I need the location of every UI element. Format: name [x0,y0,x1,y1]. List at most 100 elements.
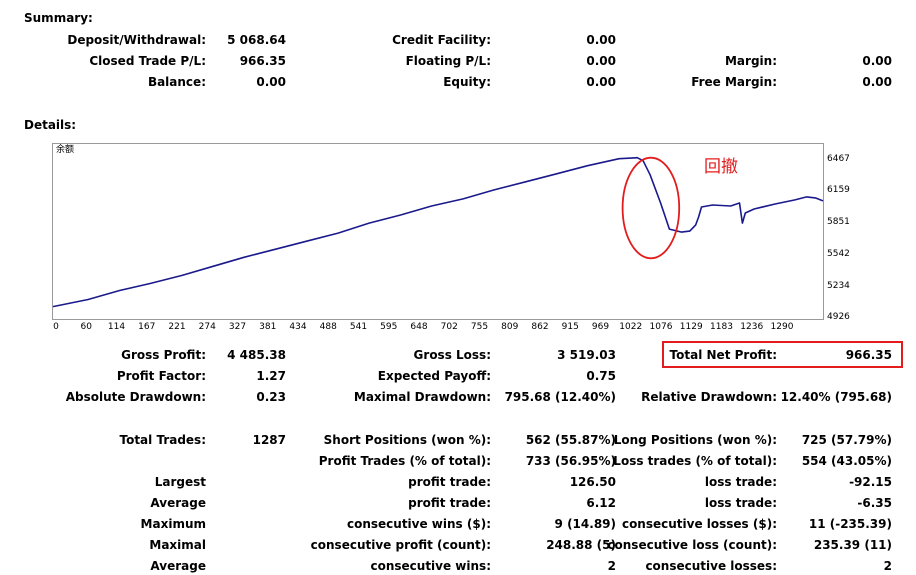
summary-label: Balance: [147,75,206,89]
x-tick-label: 381 [259,322,277,332]
detail-value: 733 (56.95%) [525,454,616,468]
balance-chart-svg [52,156,824,308]
summary-label: Equity: [443,75,491,89]
x-tick-label: 1183 [710,322,733,332]
detail-value: 725 (57.79%) [801,433,892,447]
balance-series-line [52,156,824,308]
x-tick-label: 488 [319,322,337,332]
summary-value: 0.00 [862,54,892,68]
x-tick-label: 221 [168,322,186,332]
summary-label: Free Margin: [691,75,777,89]
summary-title: Summary: [24,11,93,25]
detail-value: 0.75 [586,369,616,383]
x-tick-label: 434 [289,322,307,332]
x-tick-label: 167 [138,322,156,332]
x-tick-label: 114 [107,322,126,332]
detail-label: Average [150,559,206,573]
detail-label: Loss trades (% of total): [613,454,777,468]
detail-label: profit trade: [408,496,491,510]
y-tick-label: 4926 [827,312,850,322]
detail-label: consecutive profit (count): [310,538,491,552]
detail-value: -6.35 [857,496,892,510]
detail-label: Gross Profit: [121,348,206,362]
detail-value: 126.50 [569,475,616,489]
x-tick-label: 1290 [770,322,794,332]
detail-label: Profit Factor: [116,369,206,383]
detail-label: profit trade: [408,475,491,489]
detail-label: Short Positions (won %): [323,433,491,447]
detail-label: Total Trades: [119,433,206,447]
detail-label: Maximum [140,517,206,531]
x-tick-label: 915 [561,322,579,332]
x-tick-label: 595 [380,322,398,332]
x-tick-label: 1129 [679,322,703,332]
x-tick-label: 274 [198,322,216,332]
summary-label: Credit Facility: [392,33,491,47]
detail-value: 1.27 [256,369,286,383]
summary-label: Closed Trade P/L: [89,54,206,68]
x-tick-label: 1236 [740,322,764,332]
y-tick-label: 6159 [827,185,850,195]
x-tick-label: 327 [228,322,247,332]
x-tick-label: 702 [440,322,458,332]
summary-value: 0.00 [586,75,616,89]
y-tick-label: 5234 [827,281,850,291]
detail-value: 11 (-235.39) [808,517,892,531]
x-tick-label: 1076 [649,322,673,332]
detail-value: -92.15 [849,475,892,489]
summary-value: 0.00 [256,75,286,89]
detail-label: Maximal [149,538,206,552]
detail-label: loss trade: [704,496,777,510]
detail-value: 2 [883,559,892,573]
detail-value: 1287 [252,433,286,447]
summary-value: 5 068.64 [227,33,286,47]
detail-label: Total Net Profit: [669,348,777,362]
detail-label: consecutive losses: [645,559,777,573]
chart-legend-label: 余额 [56,145,75,155]
y-tick-label: 6467 [827,154,850,164]
detail-value: 4 485.38 [227,348,286,362]
x-tick-label: 541 [349,322,368,332]
detail-label: Absolute Drawdown: [65,390,206,404]
detail-label: Expected Payoff: [377,369,491,383]
detail-label: consecutive wins ($): [346,517,491,531]
summary-value: 0.00 [586,33,616,47]
x-tick-label: 60 [80,322,92,332]
x-tick-label: 0 [53,322,59,332]
detail-label: Maximal Drawdown: [353,390,491,404]
drawdown-highlight-ellipse [621,156,681,260]
detail-label: consecutive loss (count): [607,538,777,552]
summary-label: Floating P/L: [405,54,491,68]
x-tick-label: 809 [501,322,519,332]
x-tick-label: 648 [410,322,428,332]
y-tick-label: 5851 [827,217,850,227]
detail-value: 795.68 (12.40%) [504,390,616,404]
detail-value: 12.40% (795.68) [780,390,892,404]
detail-value: 3 519.03 [557,348,616,362]
detail-value: 235.39 (11) [813,538,892,552]
detail-value: 0.23 [256,390,286,404]
summary-label: Margin: [724,54,777,68]
details-title: Details: [24,118,77,132]
drawdown-annotation: 回撤 [704,157,738,177]
detail-label: consecutive wins: [370,559,491,573]
detail-label: loss trade: [704,475,777,489]
detail-value: 9 (14.89) [554,517,616,531]
detail-value: 966.35 [845,348,892,362]
y-tick-label: 5542 [827,249,850,259]
x-tick-label: 755 [470,322,489,332]
detail-label: Relative Drawdown: [641,390,777,404]
summary-value: 0.00 [862,75,892,89]
summary-label: Deposit/Withdrawal: [67,33,206,47]
detail-label: consecutive losses ($): [621,517,777,531]
detail-label: Gross Loss: [413,348,491,362]
x-tick-label: 1022 [619,322,643,332]
detail-label: Largest [154,475,206,489]
detail-value: 554 (43.05%) [801,454,892,468]
detail-value: 6.12 [586,496,616,510]
detail-label: Profit Trades (% of total): [318,454,491,468]
detail-value: 248.88 (5) [546,538,616,552]
detail-label: Average [150,496,206,510]
summary-value: 0.00 [586,54,616,68]
summary-value: 966.35 [239,54,286,68]
